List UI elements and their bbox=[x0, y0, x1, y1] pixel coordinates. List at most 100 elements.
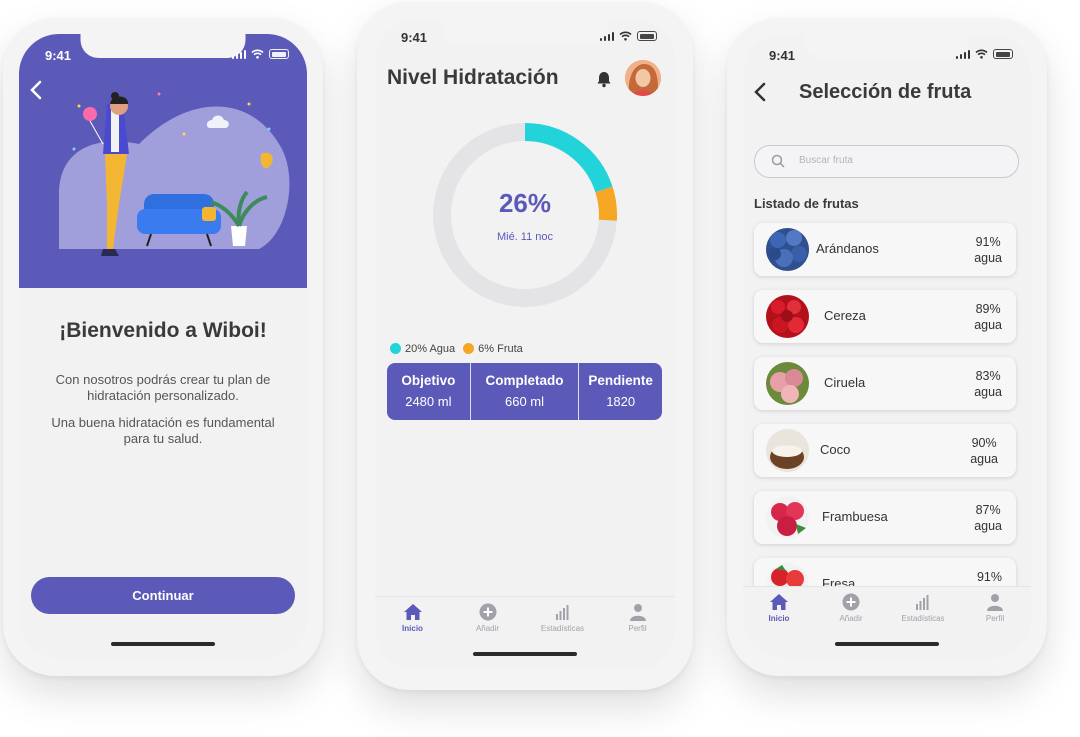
welcome-text-2: Una buena hidratación es fundamental par… bbox=[51, 415, 275, 446]
status-icons bbox=[231, 49, 289, 59]
bar-chart-icon bbox=[916, 595, 929, 610]
phone-dashboard: 9:41 Nivel Hidratación 26% Mié. 11 noc 2… bbox=[357, 2, 693, 690]
wifi-icon bbox=[619, 31, 632, 41]
hydration-date: Mié. 11 noc bbox=[496, 231, 554, 243]
legend-item-fruta: 6% Fruta bbox=[463, 343, 523, 355]
home-indicator bbox=[473, 652, 577, 656]
fruit-name: Coco bbox=[820, 442, 851, 457]
legend-dot-agua bbox=[390, 343, 401, 354]
tab-label: Añadir bbox=[475, 624, 500, 633]
fruit-water: 91% agua bbox=[974, 234, 1002, 266]
fruit-pct: 90% bbox=[971, 436, 997, 450]
welcome-title: ¡Bienvenido a Wiboi! bbox=[59, 319, 267, 342]
battery-icon bbox=[637, 31, 657, 41]
phone-welcome: 9:41 ¡Bienvenido a Wiboi! Con nosotros p… bbox=[3, 18, 323, 676]
fruit-water: 89% agua bbox=[974, 301, 1002, 333]
user-icon bbox=[987, 594, 1003, 611]
fruit-water: 83% agua bbox=[974, 368, 1002, 400]
fruit-unit: agua bbox=[974, 385, 1002, 399]
welcome-screen: 9:41 ¡Bienvenido a Wiboi! Con nosotros p… bbox=[19, 34, 307, 658]
hero-illustration bbox=[19, 34, 307, 288]
plum-image bbox=[766, 362, 809, 405]
fruit-name: Ciruela bbox=[824, 375, 866, 390]
fruit-water: 91% bbox=[977, 569, 1002, 585]
fruit-pct: 89% bbox=[975, 302, 1001, 316]
chevron-left-icon bbox=[30, 80, 42, 100]
page-title: Selección de fruta bbox=[799, 81, 972, 103]
tab-label: Estadísticas bbox=[901, 614, 945, 623]
battery-icon bbox=[269, 49, 289, 59]
welcome-text-1: Con nosotros podrás crear tu plan de hid… bbox=[55, 372, 271, 403]
tab-estadisticas[interactable]: Estadísticas bbox=[888, 587, 958, 658]
fruit-unit: agua bbox=[974, 519, 1002, 533]
legend-dot-fruta bbox=[463, 343, 475, 354]
fruit-water: 87% agua bbox=[974, 502, 1002, 534]
tab-inicio[interactable]: Inicio bbox=[744, 587, 814, 658]
tab-perfil[interactable]: Perfil bbox=[960, 587, 1030, 658]
tab-bar: Inicio Añadir Estadísticas Perfil bbox=[375, 596, 675, 633]
tab-perfil[interactable]: Perfil bbox=[603, 597, 673, 633]
stat-objetivo: Objetivo 2480 ml bbox=[387, 363, 470, 420]
search-icon bbox=[771, 154, 785, 168]
fruits-screen: 9:41 Selección de fruta Buscar fruta Lis… bbox=[743, 34, 1031, 658]
fruit-name: Frambuesa bbox=[822, 509, 888, 524]
fruit-pct: 91% bbox=[975, 235, 1001, 249]
wifi-icon bbox=[251, 49, 264, 59]
stat-completado: Completado 660 ml bbox=[469, 363, 579, 420]
stat-label: Pendiente bbox=[588, 373, 653, 388]
user-icon bbox=[629, 604, 646, 621]
legend-item-agua: 20% Agua bbox=[390, 343, 455, 355]
fruit-pct: 87% bbox=[975, 503, 1001, 517]
search-input[interactable]: Buscar fruta bbox=[754, 145, 1019, 178]
back-button[interactable] bbox=[29, 80, 43, 106]
continue-button[interactable]: Continuar bbox=[31, 577, 295, 614]
plus-circle-icon bbox=[842, 593, 860, 611]
signal-icon bbox=[955, 49, 970, 59]
stat-value: 1820 bbox=[606, 394, 636, 409]
tab-label: Estadísticas bbox=[540, 624, 585, 633]
dashboard-screen: 9:41 Nivel Hidratación 26% Mié. 11 noc 2… bbox=[375, 20, 675, 670]
list-item[interactable]: Coco 90% agua bbox=[754, 424, 1016, 477]
list-item[interactable]: Cereza 89% agua bbox=[754, 290, 1016, 343]
home-indicator bbox=[835, 642, 939, 646]
ring-legend: 20% Agua 6% Fruta bbox=[390, 343, 523, 355]
search-placeholder: Buscar fruta bbox=[799, 155, 853, 166]
back-button[interactable] bbox=[753, 82, 767, 108]
status-time: 9:41 bbox=[401, 30, 428, 45]
list-item[interactable]: Arándanos 91% agua bbox=[754, 223, 1016, 276]
fruit-pct: 91% bbox=[976, 570, 1002, 584]
tab-bar: Inicio Añadir Estadísticas Perfil bbox=[743, 586, 1031, 658]
tab-anadir[interactable]: Añadir bbox=[816, 587, 886, 658]
chevron-left-icon bbox=[754, 82, 766, 102]
fruit-name: Arándanos bbox=[816, 241, 879, 256]
legend-label-fruta: 6% Fruta bbox=[478, 343, 523, 355]
signal-icon bbox=[599, 31, 614, 41]
legend-label-agua: 20% Agua bbox=[405, 343, 456, 355]
status-time: 9:41 bbox=[45, 48, 72, 63]
blueberry-image bbox=[766, 228, 809, 271]
tab-label: Perfil bbox=[985, 614, 1005, 623]
stat-label: Objetivo bbox=[401, 373, 456, 388]
tab-label: Perfil bbox=[628, 624, 647, 633]
tab-label: Añadir bbox=[839, 614, 863, 623]
bar-chart-icon bbox=[555, 605, 568, 620]
list-item[interactable]: Ciruela 83% agua bbox=[754, 357, 1016, 410]
fruit-unit: agua bbox=[974, 251, 1002, 265]
list-item[interactable]: Frambuesa 87% agua bbox=[754, 491, 1016, 544]
tab-estadisticas[interactable]: Estadísticas bbox=[528, 597, 598, 633]
tab-label: Inicio bbox=[768, 614, 790, 623]
tab-inicio[interactable]: Inicio bbox=[378, 597, 448, 633]
plus-circle-icon bbox=[479, 603, 496, 621]
coconut-image bbox=[766, 429, 809, 472]
stat-label: Completado bbox=[485, 373, 564, 388]
home-indicator bbox=[111, 642, 215, 646]
status-icons bbox=[599, 31, 657, 41]
cherry-image bbox=[766, 295, 809, 338]
stats-panel: Objetivo 2480 ml Completado 660 ml Pendi… bbox=[387, 363, 662, 420]
tab-anadir[interactable]: Añadir bbox=[453, 597, 523, 633]
fruit-unit: agua bbox=[970, 452, 998, 466]
home-icon bbox=[770, 594, 788, 610]
signal-icon bbox=[231, 49, 246, 59]
status-bar: 9:41 bbox=[743, 48, 1031, 64]
fruit-water: 90% agua bbox=[970, 435, 998, 467]
